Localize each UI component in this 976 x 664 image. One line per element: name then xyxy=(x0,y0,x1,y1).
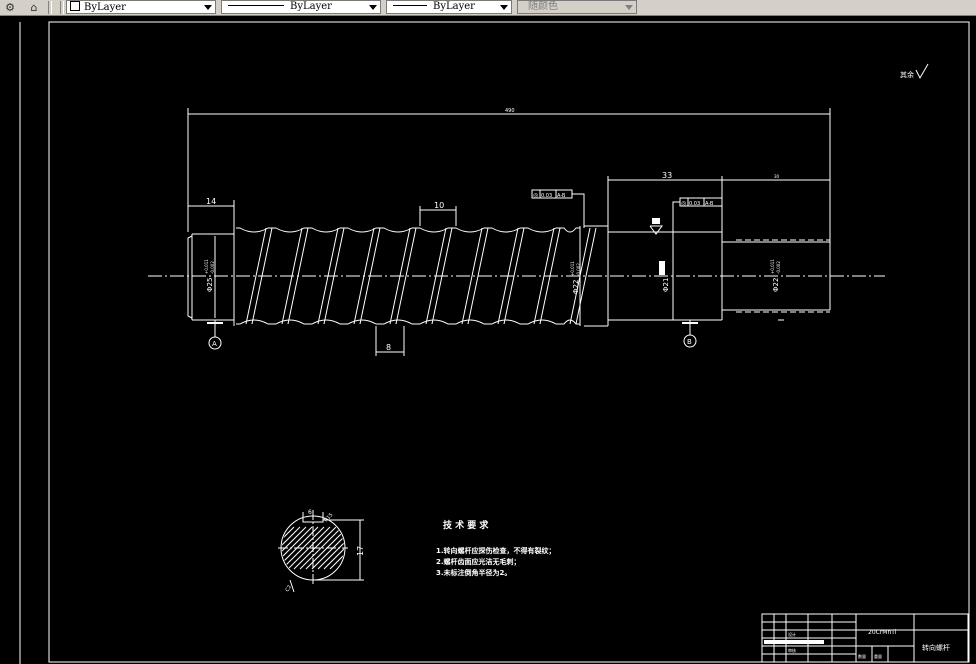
tech-note-2: 2.螺杆齿面应光洁无毛刺； xyxy=(436,557,521,566)
tol-right-dn: -0.002 xyxy=(776,261,781,274)
material-text: 20CrMnTi xyxy=(868,629,897,636)
svg-text:A-B: A-B xyxy=(557,193,566,199)
svg-text:A-B: A-B xyxy=(705,201,714,207)
dim-17-text: 17 xyxy=(356,546,365,556)
tol-left-dn: -0.002 xyxy=(210,261,215,274)
color-control-dropdown[interactable]: ByLayer xyxy=(66,0,216,14)
weight-label: 重量 xyxy=(874,653,882,659)
dim-10-text: 10 xyxy=(434,201,444,210)
dia-left-text: Φ25 xyxy=(206,278,214,292)
toolbar-separator xyxy=(48,1,52,14)
svg-text:◎: ◎ xyxy=(681,200,686,207)
dim-33-text: 33 xyxy=(662,171,672,180)
svg-text:0.03: 0.03 xyxy=(689,201,700,207)
roughness-symbol-icon xyxy=(915,63,929,80)
dim-total-text: 490 xyxy=(505,108,515,114)
linetype-control-dropdown[interactable]: ByLayer xyxy=(221,0,381,14)
lineweight-preview xyxy=(393,5,427,6)
dim-r15-text: R15 xyxy=(323,512,334,523)
plotstyle-control-dropdown: 随颜色 xyxy=(517,0,637,14)
properties-toolbar: ⚙ ⌂ ByLayer ByLayer ByLayer 随颜色 xyxy=(0,0,976,16)
svg-text:A: A xyxy=(212,340,217,348)
datum-a-marker: A xyxy=(207,320,223,350)
color-label: ByLayer xyxy=(84,2,126,13)
drawing-border xyxy=(48,21,970,663)
designer-label: 设计 xyxy=(788,631,796,637)
linetype-label: ByLayer xyxy=(290,1,332,12)
part-name-text: 转向螺杆 xyxy=(922,643,950,652)
dia-right-text: Φ21 xyxy=(662,278,670,292)
dim-8-text: 8 xyxy=(386,343,391,352)
roughness-symbol-icon xyxy=(649,225,663,235)
svg-text:0.03: 0.03 xyxy=(541,193,552,199)
surface-roughness-mark: 其余 xyxy=(900,63,929,80)
check-label: 审核 xyxy=(788,647,796,653)
tol-right-up: +0.011 xyxy=(770,259,775,274)
tech-note-3: 3.未标注倒角半径为2。 xyxy=(436,568,511,577)
chevron-down-icon[interactable] xyxy=(204,5,212,10)
plotstyle-label: 随颜色 xyxy=(528,1,558,12)
lineweight-label: ByLayer xyxy=(433,1,475,12)
section-view-a-a xyxy=(278,510,364,593)
lineweight-control-dropdown[interactable]: ByLayer xyxy=(386,0,512,14)
tech-requirements-title: 技 术 要 求 xyxy=(443,519,489,531)
svg-text:◎: ◎ xyxy=(533,192,538,199)
chevron-down-icon[interactable] xyxy=(369,5,377,10)
layer-settings-icon[interactable]: ⚙ xyxy=(2,0,18,14)
dim-14-text: 14 xyxy=(206,197,216,206)
chevron-down-icon xyxy=(625,5,633,10)
tol-mid-up: +0.011 xyxy=(570,261,575,276)
tolerance-frame-2: ◎ 0.03 A-B xyxy=(672,197,723,232)
tolerance-frame-1: ◎ 0.03 A-B xyxy=(531,189,585,228)
color-swatch xyxy=(70,1,80,11)
svg-text:B: B xyxy=(687,338,692,346)
linetype-preview xyxy=(228,5,284,6)
chevron-down-icon[interactable] xyxy=(500,5,508,10)
surface-mark-text: 其余 xyxy=(900,70,914,79)
roughness-value-box xyxy=(652,218,660,224)
dia-mid-text: Φ22 xyxy=(572,280,580,294)
keyway-mark xyxy=(659,261,665,275)
datum-b-marker: B xyxy=(682,320,698,348)
drawing-viewport[interactable]: 其余 490 14 Φ25 +0.011 -0.002 10 8 ◎ 0.03 … xyxy=(0,16,976,664)
drawing-canvas[interactable]: 其余 490 14 Φ25 +0.011 -0.002 10 8 ◎ 0.03 … xyxy=(0,16,976,664)
tol-left-up: +0.011 xyxy=(204,259,209,274)
dim-30-text: 30 xyxy=(774,174,780,179)
layer-previous-icon[interactable]: ⌂ xyxy=(26,0,42,14)
tech-note-1: 1.转向螺杆应探伤检查，不得有裂纹； xyxy=(436,546,556,555)
dia-r2-text: Φ22 xyxy=(772,278,780,292)
tol-mid-dn: -0.002 xyxy=(576,263,581,276)
qty-label: 数量 xyxy=(858,653,866,659)
title-block-fill-bar xyxy=(764,640,824,644)
dim-6-text: 6 xyxy=(308,509,312,516)
overall-dimension xyxy=(187,108,831,232)
toolbar-separator xyxy=(60,1,64,14)
